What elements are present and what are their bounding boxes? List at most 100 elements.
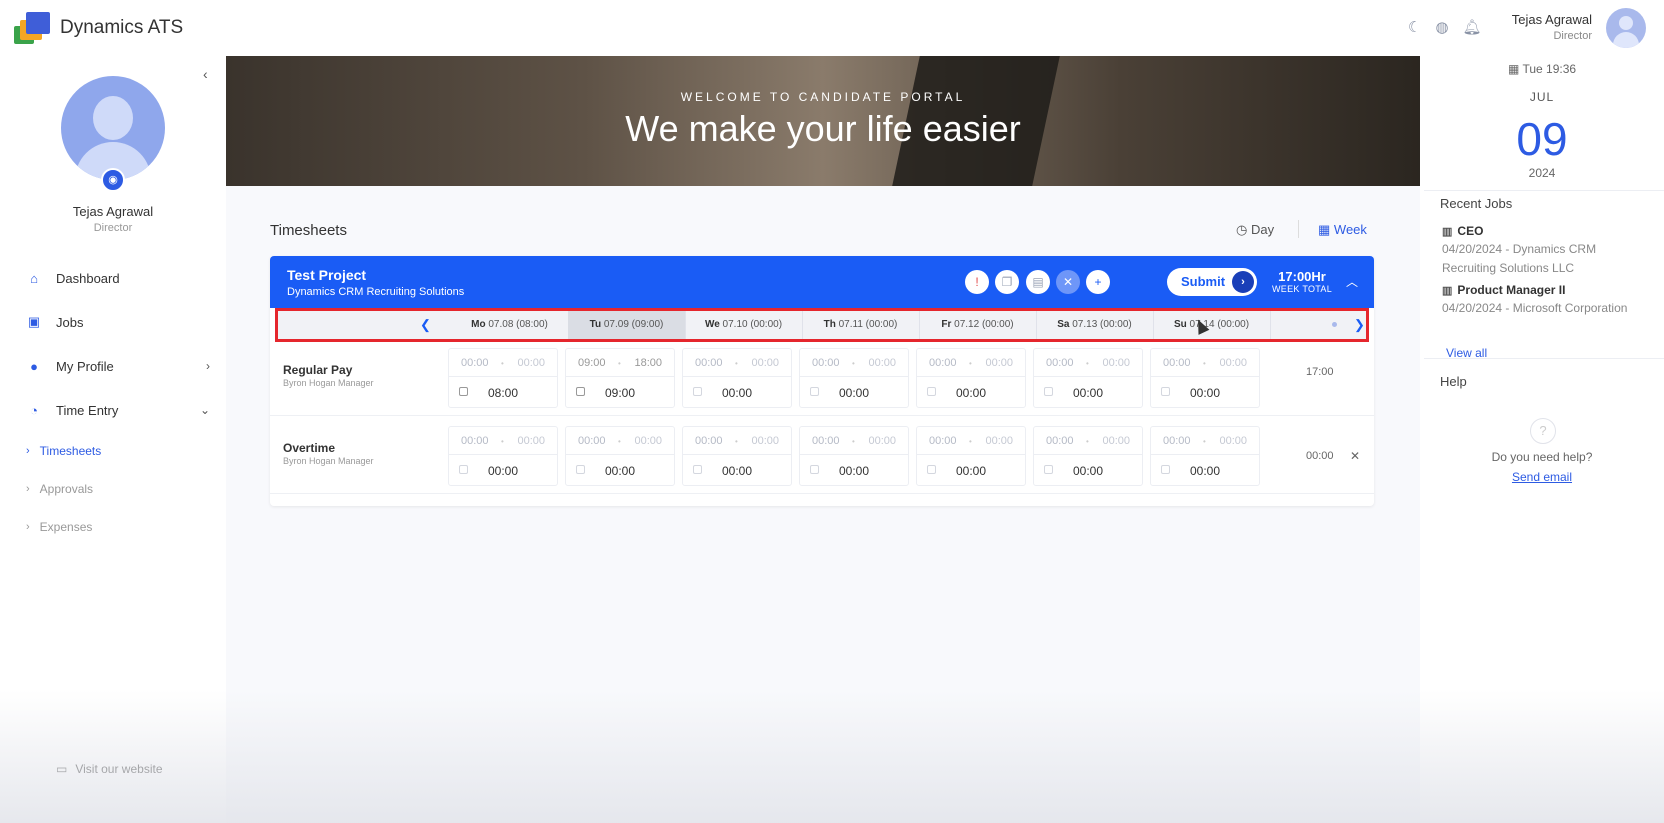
datetime-text: Tue 19:36 [1522,62,1577,76]
visit-website-link[interactable]: ▭ Visit our website [56,762,163,776]
monitor-icon: ▭ [56,762,68,776]
separator-dot: • [1203,359,1206,368]
submit-button[interactable]: Submit › [1167,268,1257,296]
sidebar-item-my-profile[interactable]: ● My Profile › [0,344,226,388]
day-tab-sa[interactable]: Sa 07.13 (00:00) [1036,311,1154,339]
end-time-input[interactable]: 00:00 [751,357,779,369]
cell-total: 09:00 [604,386,636,400]
profile-name: Tejas Agrawal [72,204,154,219]
separator-dot: • [1086,359,1089,368]
prev-week-icon[interactable]: ❮ [420,317,431,333]
add-icon[interactable]: + [1086,270,1110,294]
end-time-input[interactable]: 00:00 [517,435,545,447]
end-time-input[interactable]: 00:00 [517,357,545,369]
cell-total: 08:00 [487,386,519,400]
end-time-input[interactable]: 00:00 [1219,435,1247,447]
start-time-input[interactable]: 00:00 [461,357,489,369]
app-logo[interactable] [14,12,50,46]
day-abbr: Tu [589,319,602,330]
sidebar-item-label: My Profile [56,358,114,374]
sidebar-subitem-timesheets[interactable]: › Timesheets [0,432,226,470]
chevron-up-icon[interactable]: ︿ [1346,273,1358,290]
start-time-input[interactable]: 00:00 [929,357,957,369]
day-tab-we[interactable]: We 07.10 (00:00) [685,311,803,339]
globe-icon[interactable]: ◍ [1435,18,1448,36]
sidebar-item-label: Time Entry [56,402,119,418]
delete-row-icon[interactable]: ✕ [1350,449,1360,463]
building-icon: ▥ [1442,226,1453,238]
sidebar-subitem-expenses[interactable]: › Expenses [0,508,226,546]
sidebar-item-time-entry[interactable]: ◔ Time Entry ⌄ [0,388,226,432]
end-time-input[interactable]: 00:00 [1102,435,1130,447]
clock-icon: ◔ [30,402,38,418]
start-time-input[interactable]: 00:00 [461,435,489,447]
time-cell: 00:00 • 00:00 00:00 [916,426,1026,486]
next-week-icon[interactable]: ❯ [1354,317,1365,333]
start-time-input[interactable]: 00:00 [695,435,723,447]
sidebar-subitem-label: Approvals [39,482,94,496]
recent-job-item[interactable]: ▥ CEO 04/20/2024 - Dynamics CRM Recruitin… [1442,224,1652,278]
end-time-input[interactable]: 00:00 [1102,357,1130,369]
sidebar-collapse-icon[interactable]: ‹ [203,66,208,82]
separator-dot: • [969,359,972,368]
view-day-button[interactable]: ◷ Day [1236,222,1274,238]
copy-icon[interactable]: ❐ [995,270,1019,294]
start-time-input[interactable]: 00:00 [1046,435,1074,447]
time-range: 00:00 • 00:00 [1034,427,1142,455]
time-range: 00:00 • 00:00 [800,349,908,377]
close-icon[interactable]: ✕ [1056,270,1080,294]
day-tab-tu[interactable]: Tu 07.09 (09:00) [568,311,686,339]
start-time-input[interactable]: 00:00 [1163,435,1191,447]
dot-indicator [1332,322,1337,327]
divider [1424,190,1664,191]
date-month: JUL [1529,90,1555,104]
sidebar-subitem-approvals[interactable]: › Approvals [0,470,226,508]
separator-dot: • [1203,437,1206,446]
sidebar-item-jobs[interactable]: ▣ Jobs [0,300,226,344]
visit-website-label: Visit our website [75,762,163,776]
time-cell: 00:00 • 00:00 00:00 [799,426,909,486]
bell-icon[interactable]: 🔔︎ [1463,18,1482,36]
day-tab-mo[interactable]: Mo 07.08 (08:00) [451,311,569,339]
start-time-input[interactable]: 00:00 [1163,357,1191,369]
day-date: 07.09 (09:00) [603,319,664,330]
sidebar-item-dashboard[interactable]: ⌂ Dashboard [0,256,226,300]
header-user[interactable]: Tejas Agrawal Director [1512,12,1592,42]
camera-icon[interactable]: ◉ [101,168,125,192]
end-time-input[interactable]: 18:00 [634,357,662,369]
end-time-input[interactable]: 00:00 [634,435,662,447]
end-time-input[interactable]: 00:00 [985,357,1013,369]
separator-dot: • [618,359,621,368]
moon-icon[interactable]: ☾ [1408,18,1421,36]
view-week-button[interactable]: ▦ Week [1318,222,1367,238]
start-time-input[interactable]: 09:00 [578,357,606,369]
app-title: Dynamics ATS [60,17,184,38]
day-tab-fr[interactable]: Fr 07.12 (00:00) [919,311,1037,339]
day-tab-th[interactable]: Th 07.11 (00:00) [802,311,920,339]
end-time-input[interactable]: 00:00 [751,435,779,447]
start-time-input[interactable]: 00:00 [1046,357,1074,369]
end-time-input[interactable]: 00:00 [1219,357,1247,369]
calendar-icon: ▦ [1318,222,1331,237]
end-time-input[interactable]: 00:00 [868,357,896,369]
recent-job-item[interactable]: ▥ Product Manager II 04/20/2024 - Microso… [1442,283,1652,318]
start-time-input[interactable]: 00:00 [929,435,957,447]
profile-avatar [61,76,165,180]
end-time-input[interactable]: 00:00 [868,435,896,447]
help-title: Help [1440,374,1467,389]
start-time-input[interactable]: 00:00 [578,435,606,447]
user-icon: ● [30,358,38,374]
start-time-input[interactable]: 00:00 [812,357,840,369]
start-time-input[interactable]: 00:00 [812,435,840,447]
view-week-label: Week [1333,222,1367,237]
header-avatar[interactable] [1606,8,1646,48]
alert-icon[interactable]: ! [965,270,989,294]
cell-total: 00:00 [721,464,753,478]
right-panel: ▦ Tue 19:36 JUL 09 2024 Recent Jobs ▥ CEO… [1420,56,1664,823]
end-time-input[interactable]: 00:00 [985,435,1013,447]
save-icon[interactable]: ▤ [1026,270,1050,294]
row-subtitle: Byron Hogan Manager [283,456,374,466]
send-email-link[interactable]: Send email [1420,470,1664,484]
day-tab-su[interactable]: Su 07.14 (00:00) [1153,311,1271,339]
start-time-input[interactable]: 00:00 [695,357,723,369]
